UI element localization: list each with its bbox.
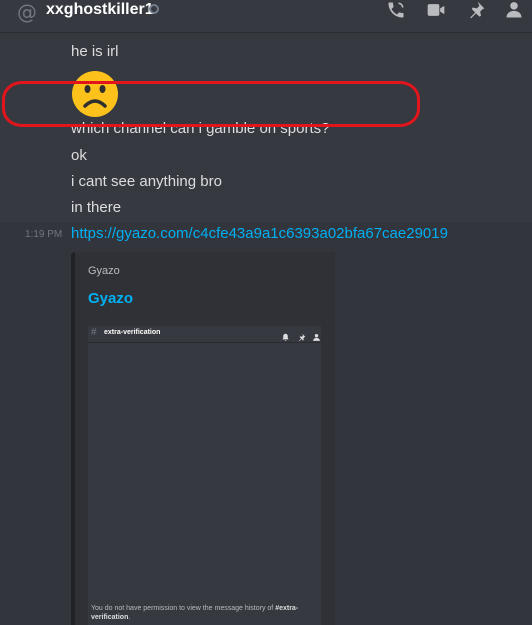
- embed-provider[interactable]: Gyazo: [88, 265, 120, 277]
- member-list-icon: [312, 329, 321, 341]
- message-text: ok: [71, 147, 87, 164]
- dm-username[interactable]: xxghostkiller1: [46, 1, 154, 19]
- message-timestamp: 1:19 PM: [25, 229, 63, 240]
- embed-thumbnail[interactable]: # extra-verification You do not have per…: [88, 326, 321, 625]
- gyazo-link[interactable]: https://gyazo.com/c4cfe43a9a1c6393a02bfa…: [71, 225, 448, 242]
- thumbnail-header: # extra-verification: [88, 326, 321, 343]
- permission-notice: You do not have permission to view the m…: [91, 605, 299, 621]
- link-embed: Gyazo Gyazo # extra-verification You do …: [71, 252, 335, 625]
- status-indicator: [149, 4, 159, 14]
- thumbnail-channel-name: extra-verification: [104, 329, 161, 336]
- pin-icon[interactable]: [465, 0, 487, 20]
- channel-header: @ xxghostkiller1: [0, 0, 532, 33]
- video-icon[interactable]: [425, 0, 447, 20]
- bell-icon: [281, 329, 290, 341]
- message-text: in there: [71, 199, 122, 216]
- member-list-icon[interactable]: [503, 0, 525, 20]
- message-text: i cant see anything bro: [71, 173, 222, 190]
- dm-at-icon: @: [17, 0, 37, 24]
- pin-icon: [297, 329, 306, 342]
- embed-title[interactable]: Gyazo: [88, 290, 133, 307]
- hash-icon: #: [91, 327, 97, 338]
- message-text: he is irl: [71, 43, 119, 60]
- call-icon[interactable]: [385, 0, 407, 20]
- red-highlight-annotation: [2, 81, 420, 127]
